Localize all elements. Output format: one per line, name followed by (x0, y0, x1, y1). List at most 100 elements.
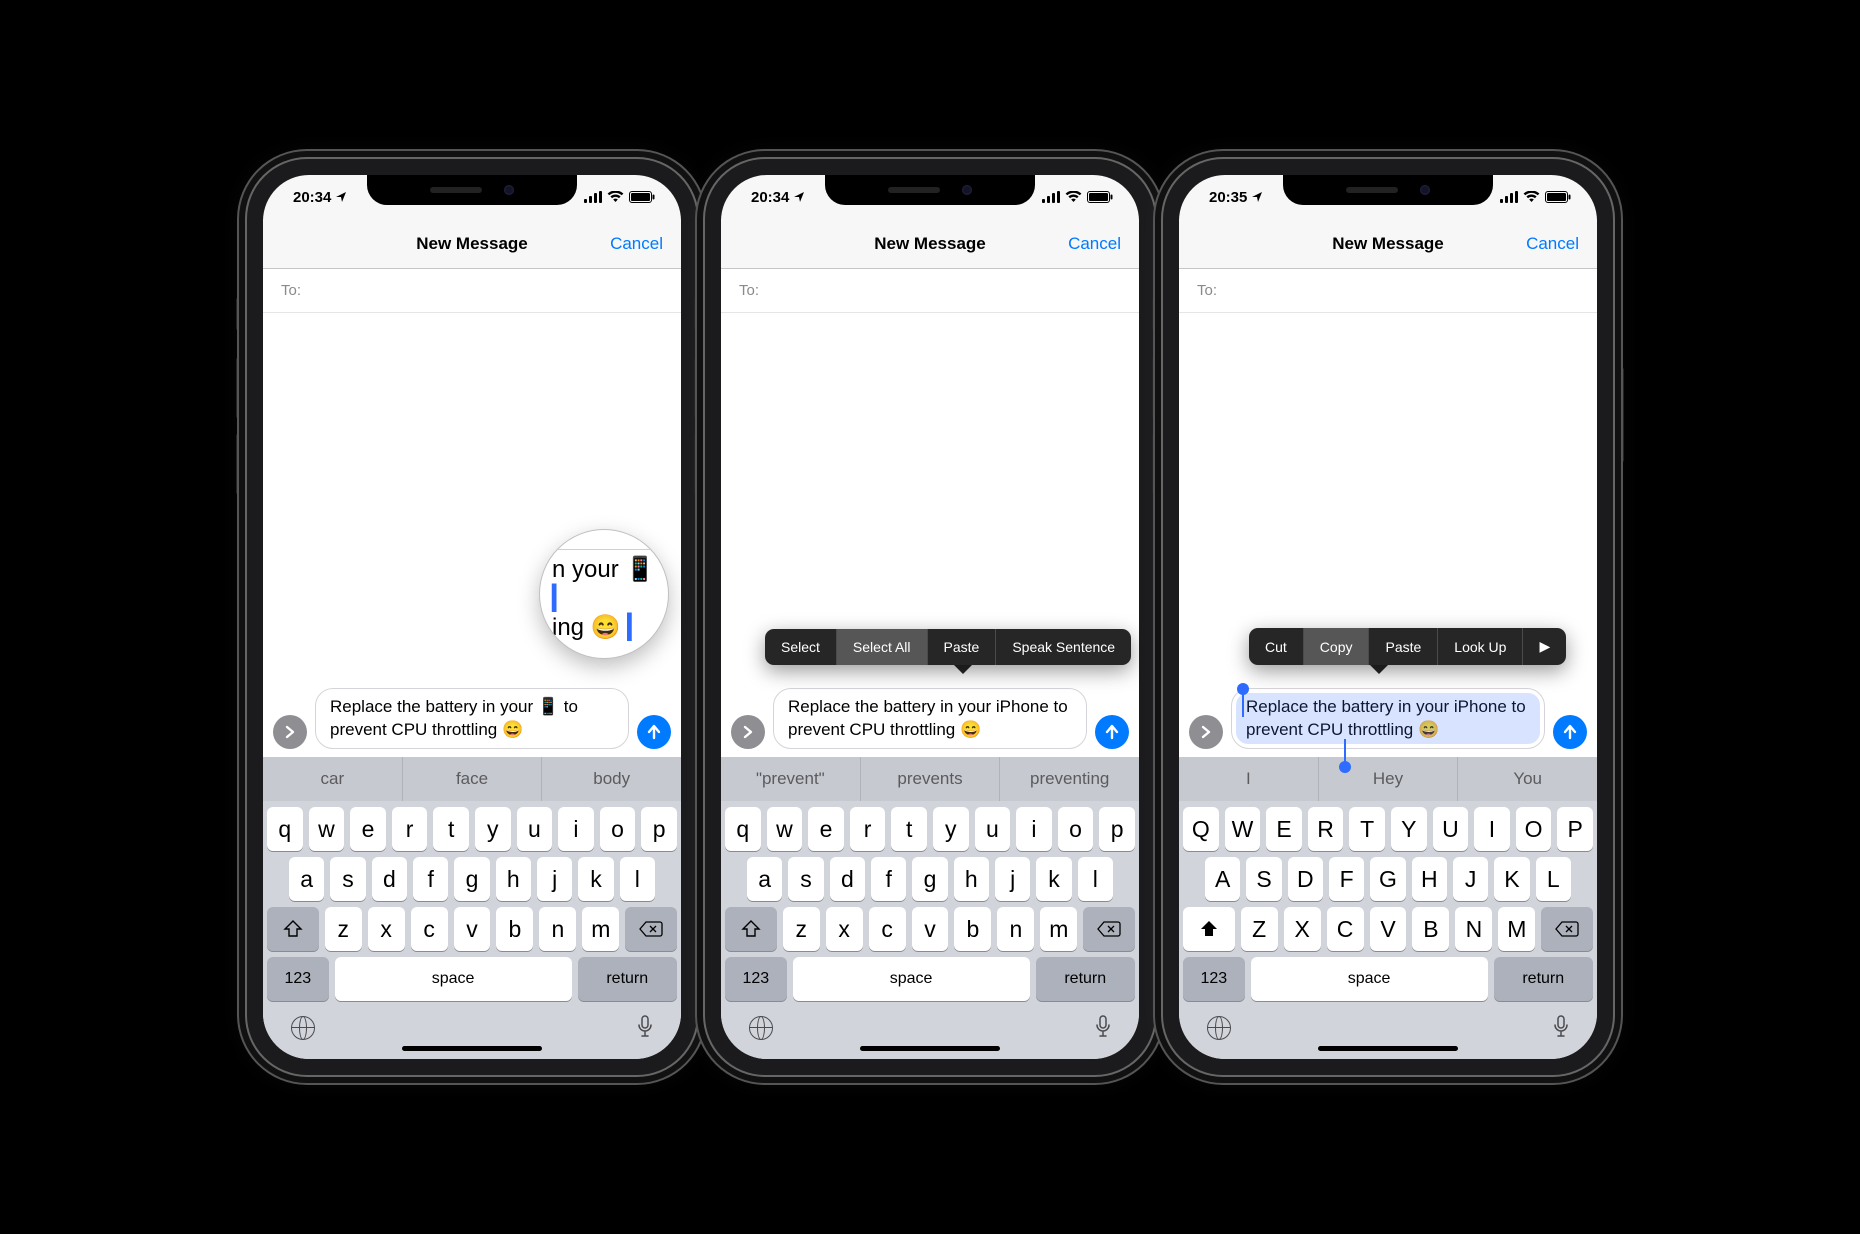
volume-down-button[interactable] (1152, 433, 1158, 495)
key-l[interactable]: l (620, 857, 655, 901)
key-d[interactable]: d (830, 857, 865, 901)
key-i[interactable]: I (1474, 807, 1510, 851)
numbers-key[interactable]: 123 (267, 957, 329, 1001)
key-x[interactable]: x (368, 907, 405, 951)
send-button[interactable] (1095, 715, 1129, 749)
selection-handle-end[interactable] (1344, 739, 1346, 763)
key-z[interactable]: z (325, 907, 362, 951)
menu-select[interactable]: Select (765, 629, 837, 665)
key-q[interactable]: q (267, 807, 303, 851)
globe-icon[interactable] (1207, 1016, 1231, 1040)
key-p[interactable]: P (1557, 807, 1593, 851)
prediction[interactable]: body (542, 757, 681, 801)
key-e[interactable]: e (350, 807, 386, 851)
dictation-icon[interactable] (1095, 1015, 1111, 1042)
key-x[interactable]: x (826, 907, 863, 951)
key-x[interactable]: X (1284, 907, 1321, 951)
menu-look-up[interactable]: Look Up (1438, 628, 1523, 665)
space-key[interactable]: space (1251, 957, 1488, 1001)
key-w[interactable]: w (309, 807, 345, 851)
key-v[interactable]: V (1370, 907, 1407, 951)
key-g[interactable]: g (912, 857, 947, 901)
message-input[interactable]: Replace the battery in your 📱 to prevent… (315, 688, 629, 749)
prediction[interactable]: prevents (861, 757, 1001, 801)
to-field[interactable]: To: (1179, 269, 1597, 313)
key-c[interactable]: c (411, 907, 448, 951)
menu-paste[interactable]: Paste (1369, 628, 1438, 665)
mute-switch[interactable] (236, 297, 242, 331)
key-b[interactable]: b (496, 907, 533, 951)
menu-paste[interactable]: Paste (928, 629, 997, 665)
selection-handle-start[interactable] (1242, 693, 1244, 717)
to-field[interactable]: To: (263, 269, 681, 313)
key-b[interactable]: b (954, 907, 991, 951)
shift-key[interactable] (725, 907, 777, 951)
key-n[interactable]: N (1455, 907, 1492, 951)
power-button[interactable] (1618, 367, 1624, 463)
key-u[interactable]: u (517, 807, 553, 851)
key-o[interactable]: o (600, 807, 636, 851)
key-a[interactable]: a (747, 857, 782, 901)
key-v[interactable]: v (912, 907, 949, 951)
apps-toggle-button[interactable] (273, 715, 307, 749)
home-indicator[interactable] (402, 1046, 542, 1051)
shift-key-active[interactable] (1183, 907, 1235, 951)
key-u[interactable]: u (975, 807, 1011, 851)
key-n[interactable]: n (997, 907, 1034, 951)
cancel-button[interactable]: Cancel (1068, 234, 1121, 254)
send-button[interactable] (1553, 715, 1587, 749)
key-g[interactable]: G (1370, 857, 1405, 901)
key-r[interactable]: r (850, 807, 886, 851)
cancel-button[interactable]: Cancel (1526, 234, 1579, 254)
message-input[interactable]: Replace the battery in your iPhone to pr… (1231, 688, 1545, 749)
compose-area[interactable]: n your 📱 ▎ ing 😄 ▎ Replace the battery i… (263, 313, 681, 757)
home-indicator[interactable] (1318, 1046, 1458, 1051)
prediction[interactable]: preventing (1000, 757, 1139, 801)
key-k[interactable]: k (578, 857, 613, 901)
volume-up-button[interactable] (236, 357, 242, 419)
key-t[interactable]: t (891, 807, 927, 851)
key-k[interactable]: k (1036, 857, 1071, 901)
space-key[interactable]: space (793, 957, 1030, 1001)
key-s[interactable]: S (1246, 857, 1281, 901)
send-button[interactable] (637, 715, 671, 749)
key-c[interactable]: c (869, 907, 906, 951)
key-t[interactable]: t (433, 807, 469, 851)
key-f[interactable]: f (413, 857, 448, 901)
key-j[interactable]: J (1453, 857, 1488, 901)
key-b[interactable]: B (1412, 907, 1449, 951)
prediction[interactable]: You (1458, 757, 1597, 801)
menu-copy[interactable]: Copy (1304, 628, 1370, 665)
key-w[interactable]: W (1225, 807, 1261, 851)
key-y[interactable]: y (475, 807, 511, 851)
cancel-button[interactable]: Cancel (610, 234, 663, 254)
key-e[interactable]: E (1266, 807, 1302, 851)
key-h[interactable]: H (1412, 857, 1447, 901)
key-q[interactable]: Q (1183, 807, 1219, 851)
key-d[interactable]: d (372, 857, 407, 901)
key-y[interactable]: y (933, 807, 969, 851)
key-c[interactable]: C (1327, 907, 1364, 951)
key-j[interactable]: j (537, 857, 572, 901)
return-key[interactable]: return (578, 957, 678, 1001)
key-v[interactable]: v (454, 907, 491, 951)
key-h[interactable]: h (496, 857, 531, 901)
volume-down-button[interactable] (694, 433, 700, 495)
dictation-icon[interactable] (637, 1015, 653, 1042)
key-h[interactable]: h (954, 857, 989, 901)
menu-cut[interactable]: Cut (1249, 628, 1304, 665)
key-o[interactable]: o (1058, 807, 1094, 851)
home-indicator[interactable] (860, 1046, 1000, 1051)
mute-switch[interactable] (1152, 297, 1158, 331)
key-s[interactable]: s (788, 857, 823, 901)
key-u[interactable]: U (1433, 807, 1469, 851)
message-input[interactable]: Replace the battery in your iPhone to pr… (773, 688, 1087, 749)
key-r[interactable]: R (1308, 807, 1344, 851)
key-p[interactable]: p (1099, 807, 1135, 851)
key-a[interactable]: A (1205, 857, 1240, 901)
key-p[interactable]: p (641, 807, 677, 851)
globe-icon[interactable] (749, 1016, 773, 1040)
return-key[interactable]: return (1494, 957, 1594, 1001)
key-e[interactable]: e (808, 807, 844, 851)
volume-up-button[interactable] (694, 357, 700, 419)
